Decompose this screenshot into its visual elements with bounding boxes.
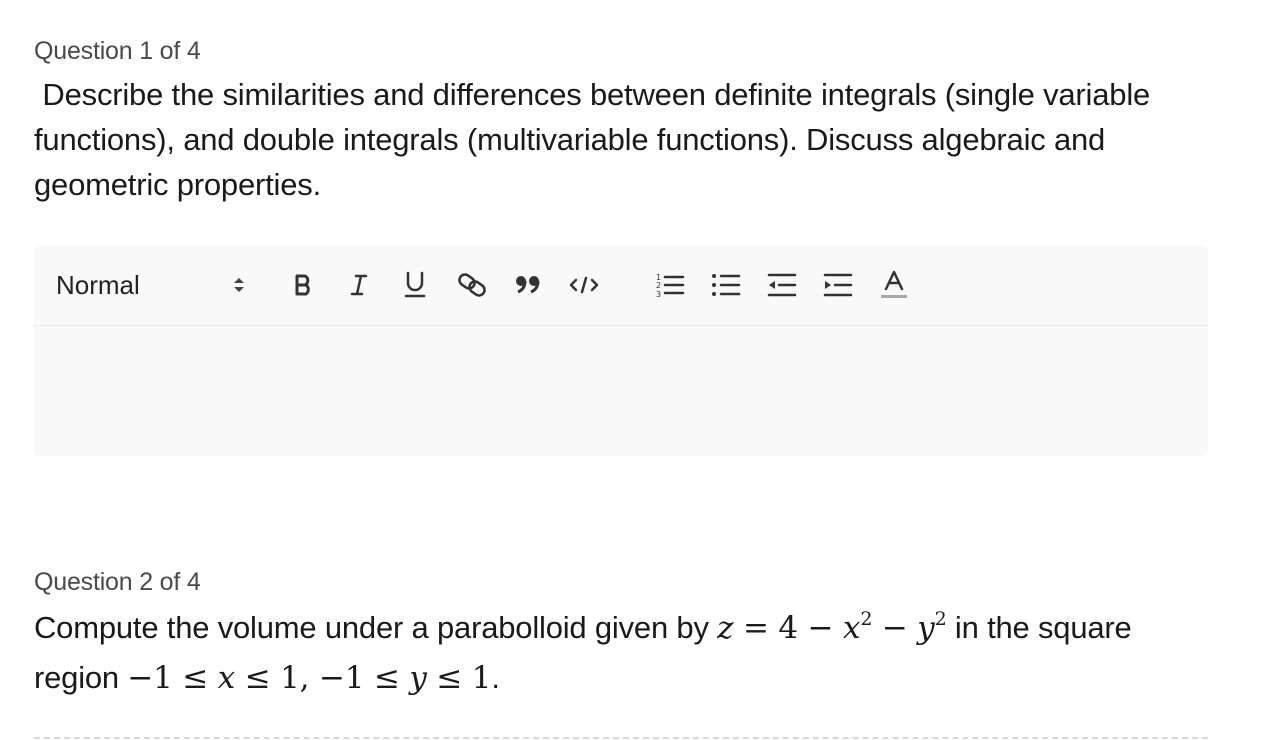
svg-text:3: 3	[656, 290, 661, 299]
italic-icon	[350, 274, 368, 296]
underline-icon	[404, 271, 426, 298]
format-select[interactable]: Normal	[56, 265, 246, 305]
indent-button[interactable]	[820, 265, 856, 305]
bold-button[interactable]	[287, 265, 321, 305]
link-button[interactable]	[454, 265, 490, 305]
math-equation: z = 4 − x2 − y2	[717, 608, 947, 647]
italic-button[interactable]	[342, 265, 376, 305]
prompt-text: Compute the volume under a parabolloid g…	[34, 610, 718, 645]
blockquote-icon	[516, 276, 540, 294]
editor-toolbar: Normal 1 2 3	[34, 245, 1208, 326]
underline-button[interactable]	[398, 265, 432, 305]
bullet-list-button[interactable]	[708, 265, 744, 305]
code-button[interactable]	[564, 265, 604, 305]
text-color-button[interactable]	[876, 265, 912, 305]
prompt-text: .	[491, 660, 500, 695]
blockquote-button[interactable]	[510, 265, 546, 305]
ordered-list-button[interactable]: 1 2 3	[652, 265, 688, 305]
text-color-icon	[881, 270, 907, 298]
indent-icon	[823, 273, 853, 297]
ordered-list-icon: 1 2 3	[656, 273, 685, 299]
editor-content-area[interactable]	[34, 326, 1208, 456]
quiz-page: Question 1 of 4 Describe the similaritie…	[0, 0, 1282, 740]
question-prompt: Describe the similarities and difference…	[34, 77, 1159, 202]
format-select-value: Normal	[56, 269, 140, 300]
math-inequality: −1 ≤ x ≤ 1, −1 ≤ y ≤ 1	[127, 660, 492, 696]
question-2: Question 2 of 4 Compute the volume under…	[34, 561, 1209, 703]
answer-editor: Normal 1 2 3	[34, 245, 1208, 456]
code-icon	[569, 276, 599, 294]
outdent-button[interactable]	[764, 265, 800, 305]
link-icon	[458, 273, 486, 297]
question-1: Question 1 of 4 Describe the similaritie…	[34, 30, 1209, 207]
question-prompt: Compute the volume under a parabolloid g…	[34, 603, 1209, 703]
question-number-label: Question 2 of 4	[34, 568, 201, 596]
svg-text:2: 2	[656, 281, 661, 290]
bold-icon	[295, 274, 310, 296]
select-arrows-icon	[234, 278, 244, 292]
outdent-icon	[767, 273, 797, 297]
question-number-label: Question 1 of 4	[34, 37, 201, 65]
bullet-list-icon	[712, 274, 741, 296]
answer-divider	[34, 737, 1208, 739]
